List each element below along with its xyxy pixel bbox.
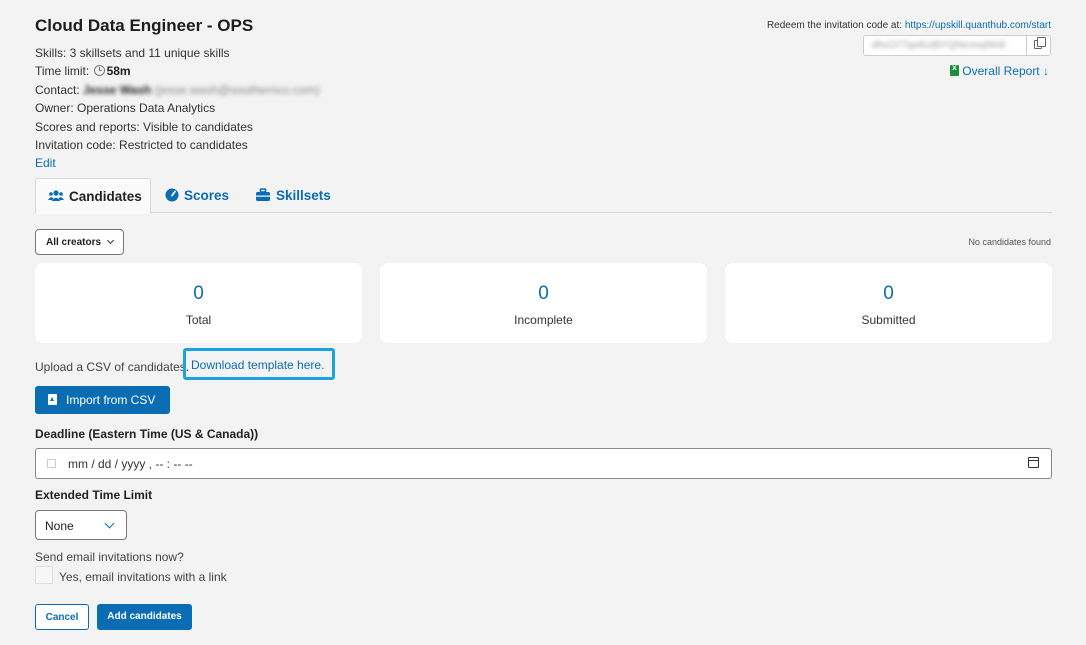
stat-card-submitted: 0 Submitted xyxy=(725,263,1052,343)
calendar-icon[interactable] xyxy=(1028,457,1039,468)
extended-time-select[interactable]: None xyxy=(35,510,127,540)
assessment-meta: Skills: 3 skillsets and 11 unique skills… xyxy=(35,44,320,173)
stat-label: Submitted xyxy=(861,313,916,327)
creator-filter-dropdown[interactable]: All creators xyxy=(35,229,124,255)
redeem-text: Redeem the invitation code at: https://u… xyxy=(766,20,1051,31)
users-icon xyxy=(48,190,64,201)
invitation-code-box[interactable]: dhcO77qoitUd5YQNconqWn5 xyxy=(863,35,1051,56)
scores-reports-row: Scores and reports: Visible to candidate… xyxy=(35,119,253,134)
chevron-down-icon xyxy=(104,518,115,529)
gauge-icon xyxy=(165,188,179,202)
add-candidates-button[interactable]: Add candidates xyxy=(97,604,192,630)
contact-name: Jesse Wash xyxy=(83,82,152,97)
stat-value: 0 xyxy=(883,283,894,304)
import-csv-button[interactable]: Import from CSV xyxy=(35,386,170,414)
clock-icon xyxy=(93,65,105,77)
send-email-label: Send email invitations now? xyxy=(35,550,184,564)
deadline-input[interactable]: mm / dd / yyyy , -- : -- -- xyxy=(35,448,1052,479)
deadline-value: mm / dd / yyyy , -- : -- -- xyxy=(68,457,193,471)
redeem-url-link[interactable]: https://upskill.quanthub.com/start xyxy=(905,20,1051,31)
tab-skillsets[interactable]: Skillsets xyxy=(255,178,331,213)
owner-row: Owner: Operations Data Analytics xyxy=(35,101,216,116)
download-arrow-icon: ↓ xyxy=(1043,64,1049,78)
tab-scores[interactable]: Scores xyxy=(165,178,229,213)
tab-candidates[interactable]: Candidates xyxy=(35,178,151,214)
stat-label: Incomplete xyxy=(514,313,573,327)
chevron-down-icon xyxy=(106,236,115,245)
cancel-button[interactable]: Cancel xyxy=(35,604,89,630)
deadline-label: Deadline (Eastern Time (US & Canada)) xyxy=(35,427,259,441)
calendar-small-icon xyxy=(47,459,56,468)
no-candidates-text: No candidates found xyxy=(968,237,1051,247)
spreadsheet-icon xyxy=(950,63,960,76)
invitation-code-value: dhcO77qoitUd5YQNconqWn5 xyxy=(872,40,1006,51)
stat-label: Total xyxy=(185,313,212,327)
invitation-code-row: Invitation code: Restricted to candidate… xyxy=(35,138,248,153)
email-invitations-label: Yes, email invitations with a link xyxy=(59,570,227,584)
skills-summary: Skills: 3 skillsets and 11 unique skills xyxy=(35,46,230,60)
stat-card-incomplete: 0 Incomplete xyxy=(380,263,707,343)
copy-button[interactable] xyxy=(1026,36,1050,55)
toolbox-icon xyxy=(256,188,270,201)
page-title: Cloud Data Engineer - OPS xyxy=(35,16,254,35)
stat-card-total: 0 Total xyxy=(35,263,362,343)
upload-csv-text: Upload a CSV of candidates. xyxy=(35,360,190,374)
contact-row: Contact: Jesse Wash (jesse.wash@southern… xyxy=(35,82,320,97)
time-limit-value: 58m xyxy=(106,64,131,79)
tab-bar: Candidates Scores Skillsets xyxy=(35,178,1052,214)
email-invitations-checkbox[interactable] xyxy=(35,566,53,584)
copy-icon xyxy=(1034,37,1046,49)
overall-report-link[interactable]: Overall Report ↓ xyxy=(950,63,1049,78)
contact-email: (jesse.wash@southernco.com) xyxy=(154,82,320,97)
stat-value: 0 xyxy=(538,283,549,304)
time-limit-row: Time limit: 58m xyxy=(35,64,131,79)
stat-value: 0 xyxy=(193,283,204,304)
file-upload-icon xyxy=(48,394,57,405)
extended-time-label: Extended Time Limit xyxy=(35,488,153,502)
download-template-link[interactable]: Download template here. xyxy=(183,348,335,380)
edit-link[interactable]: Edit xyxy=(35,154,320,172)
